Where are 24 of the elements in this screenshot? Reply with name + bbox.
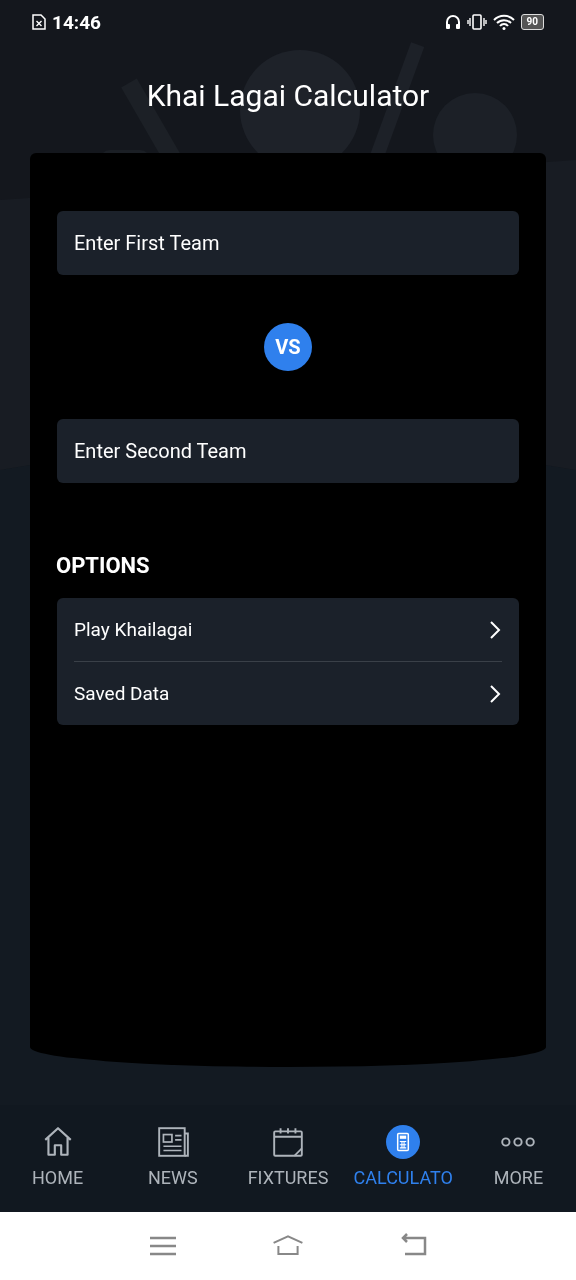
options-heading: OPTIONS: [56, 553, 151, 578]
nav-tab[interactable]: HOME: [0, 1105, 116, 1212]
sim-icon: [32, 14, 46, 30]
newspaper-icon: [155, 1125, 190, 1159]
nav-tab[interactable]: FIXTURES: [230, 1105, 346, 1212]
vibrate-icon: [466, 14, 487, 30]
second-team-field[interactable]: Enter Second Team: [57, 419, 519, 483]
chevron-icon: [488, 683, 502, 704]
calculator-icon: [386, 1125, 421, 1159]
vs-badge: VS: [264, 323, 312, 371]
battery-level: 90: [520, 14, 544, 30]
option-item[interactable]: Saved Data: [74, 682, 488, 705]
chevron-icon: [488, 619, 502, 640]
page-title: Khai Lagai Calculator: [145, 78, 431, 113]
option-item[interactable]: Play Khailagai: [74, 618, 488, 641]
calendar-icon: [271, 1125, 305, 1159]
more-icon: [501, 1137, 536, 1147]
nav-tab[interactable]: CALCULATO: [345, 1105, 461, 1212]
headphones-icon: [444, 14, 461, 30]
wifi-icon: [492, 14, 515, 30]
first-team-field[interactable]: Enter First Team: [57, 211, 519, 275]
status-time: 14:46: [52, 10, 101, 34]
nav-tab[interactable]: MORE: [460, 1105, 576, 1212]
nav-tab[interactable]: NEWS: [115, 1105, 231, 1212]
